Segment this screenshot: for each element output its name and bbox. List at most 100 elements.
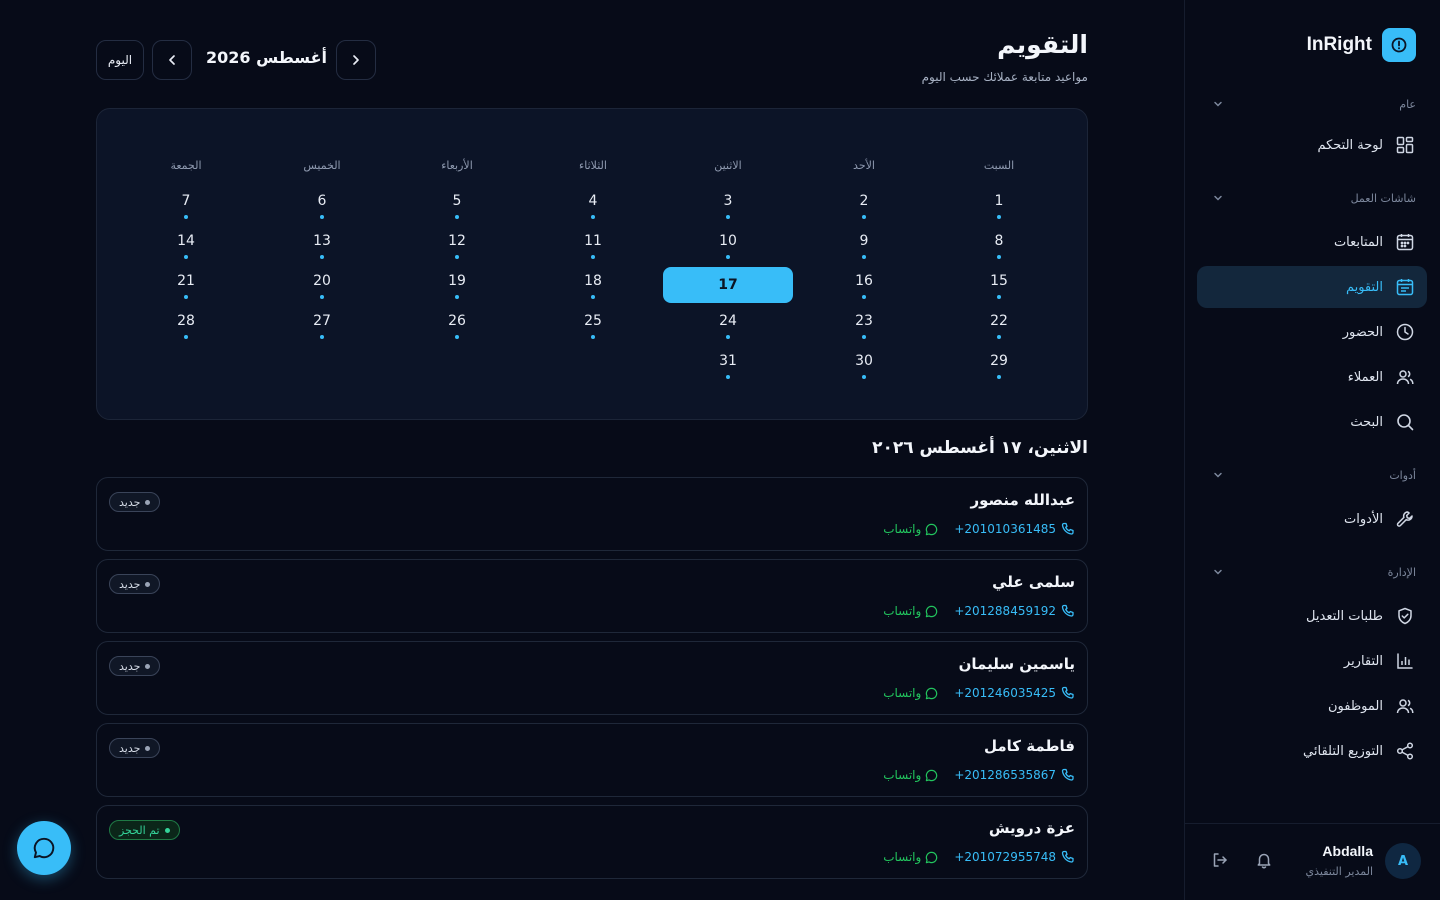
calendar-day[interactable]: 27 <box>257 307 387 343</box>
followup-dot <box>997 215 1001 219</box>
sidebar-item-label: المتابعات <box>1333 234 1383 250</box>
calendar-day[interactable]: 4 <box>528 187 658 223</box>
sidebar-item-search[interactable]: البحث <box>1197 401 1427 443</box>
calendar-day[interactable]: 26 <box>392 307 522 343</box>
calendar-day[interactable]: 14 <box>121 227 251 263</box>
next-month-button[interactable] <box>336 40 376 80</box>
followup-dot <box>997 295 1001 299</box>
phone-icon <box>1061 850 1074 863</box>
sidebar-item-edit-requests[interactable]: طلبات التعديل <box>1197 595 1427 637</box>
followup-dot <box>455 215 459 219</box>
calendar-day[interactable]: 31 <box>663 347 793 383</box>
followup-card[interactable]: عبدالله منصور +201010361485 واتساب جديد <box>96 477 1088 551</box>
client-contact: +201010361485 واتساب <box>883 522 1075 536</box>
calendar-day[interactable]: 3 <box>663 187 793 223</box>
calendar-day-selected[interactable]: 17 <box>663 267 793 303</box>
sidebar-item-attendance[interactable]: الحضور <box>1197 311 1427 353</box>
status-label: جديد <box>119 577 141 591</box>
calendar-day[interactable]: 10 <box>663 227 793 263</box>
day-number: 20 <box>313 273 331 289</box>
avatar[interactable]: A <box>1385 843 1421 879</box>
chat-button[interactable] <box>17 821 71 875</box>
brand[interactable]: InRight <box>1307 28 1416 62</box>
calendar-day[interactable]: 12 <box>392 227 522 263</box>
calendar-day[interactable]: 29 <box>934 347 1064 383</box>
calendar-day[interactable]: 5 <box>392 187 522 223</box>
whatsapp-link[interactable]: واتساب <box>883 768 938 782</box>
calendar-day[interactable]: 20 <box>257 267 387 303</box>
sidebar-item-calendar[interactable]: التقويم <box>1197 266 1427 308</box>
client-name: عبدالله منصور <box>970 491 1075 509</box>
calendar-day[interactable]: 21 <box>121 267 251 303</box>
chevron-down-icon <box>1214 472 1222 478</box>
status-label: جديد <box>119 741 141 755</box>
calendar-day[interactable]: 2 <box>799 187 929 223</box>
calendar-day[interactable]: 18 <box>528 267 658 303</box>
sidebar-item-tools[interactable]: الأدوات <box>1197 498 1427 540</box>
calendar-day[interactable]: 13 <box>257 227 387 263</box>
calendar-day[interactable]: 16 <box>799 267 929 303</box>
day-number: 19 <box>448 273 466 289</box>
followup-card[interactable]: سلمى علي +201288459192 واتساب جديد <box>96 559 1088 633</box>
selected-date-heading: الاثنين، ١٧ أغسطس ٢٠٢٦ <box>872 438 1088 458</box>
followup-card[interactable]: عزة درويش +201072955748 واتساب تم الحجز <box>96 805 1088 879</box>
whatsapp-link[interactable]: واتساب <box>883 686 938 700</box>
whatsapp-link[interactable]: واتساب <box>883 850 938 864</box>
client-name: ياسمين سليمان <box>958 655 1075 673</box>
sidebar-item-followups[interactable]: المتابعات <box>1197 221 1427 263</box>
calendar-day[interactable]: 8 <box>934 227 1064 263</box>
phone-link[interactable]: +201288459192 <box>954 604 1075 618</box>
whatsapp-icon <box>926 851 938 863</box>
phone-icon <box>1061 604 1074 617</box>
phone-link[interactable]: +201246035425 <box>954 686 1075 700</box>
status-badge: جديد <box>109 738 161 758</box>
calendar-day[interactable]: 1 <box>934 187 1064 223</box>
followup-card[interactable]: ياسمين سليمان +201246035425 واتساب جديد <box>96 641 1088 715</box>
followup-dot <box>320 335 324 339</box>
search-icon <box>1397 414 1414 431</box>
sidebar-item-employees[interactable]: الموظفون <box>1197 685 1427 727</box>
section-label: أدوات <box>1389 468 1416 482</box>
followup-card[interactable]: فاطمة كامل +201286535867 واتساب جديد <box>96 723 1088 797</box>
followup-dot <box>726 215 730 219</box>
followup-dot <box>997 335 1001 339</box>
calendar-day[interactable]: 25 <box>528 307 658 343</box>
whatsapp-link[interactable]: واتساب <box>883 522 938 536</box>
status-badge: تم الحجز <box>109 820 180 840</box>
prev-month-button[interactable] <box>152 40 192 80</box>
logout-button[interactable] <box>1211 851 1229 873</box>
calendar-day[interactable]: 28 <box>121 307 251 343</box>
phone-link[interactable]: +201072955748 <box>954 850 1075 864</box>
section-label: الإدارة <box>1387 565 1416 579</box>
calendar-day[interactable]: 19 <box>392 267 522 303</box>
sidebar-section-general[interactable]: عام <box>1184 84 1440 124</box>
sidebar-item-dashboard[interactable]: لوحة التحكم <box>1197 124 1427 166</box>
calendar-day[interactable]: 7 <box>121 187 251 223</box>
calendar-day[interactable]: 11 <box>528 227 658 263</box>
calendar-day[interactable]: 22 <box>934 307 1064 343</box>
whatsapp-link[interactable]: واتساب <box>883 604 938 618</box>
calendar-day[interactable]: 23 <box>799 307 929 343</box>
whatsapp-label: واتساب <box>883 686 922 700</box>
followup-dot <box>862 255 866 259</box>
client-contact: +201072955748 واتساب <box>883 850 1075 864</box>
calendar-day[interactable]: 30 <box>799 347 929 383</box>
chevron-right-icon <box>353 55 359 65</box>
sidebar-item-reports[interactable]: التقارير <box>1197 640 1427 682</box>
calendar-day[interactable]: 24 <box>663 307 793 343</box>
sidebar-section-tools[interactable]: أدوات <box>1184 455 1440 495</box>
notifications-button[interactable] <box>1255 851 1273 873</box>
calendar-day[interactable]: 15 <box>934 267 1064 303</box>
phone-link[interactable]: +201286535867 <box>954 768 1075 782</box>
sidebar-item-label: البحث <box>1350 414 1383 430</box>
sidebar-section-admin[interactable]: الإدارة <box>1184 552 1440 592</box>
sidebar-item-auto-distribution[interactable]: التوزيع التلقائي <box>1197 730 1427 772</box>
sidebar-section-workscreens[interactable]: شاشات العمل <box>1184 178 1440 218</box>
sidebar-item-clients[interactable]: العملاء <box>1197 356 1427 398</box>
day-number: 10 <box>719 233 737 249</box>
calendar-day[interactable]: 6 <box>257 187 387 223</box>
calendar-day[interactable]: 9 <box>799 227 929 263</box>
phone-link[interactable]: +201010361485 <box>954 522 1075 536</box>
phone-number: +201246035425 <box>954 686 1056 700</box>
today-button[interactable]: اليوم <box>96 40 144 80</box>
